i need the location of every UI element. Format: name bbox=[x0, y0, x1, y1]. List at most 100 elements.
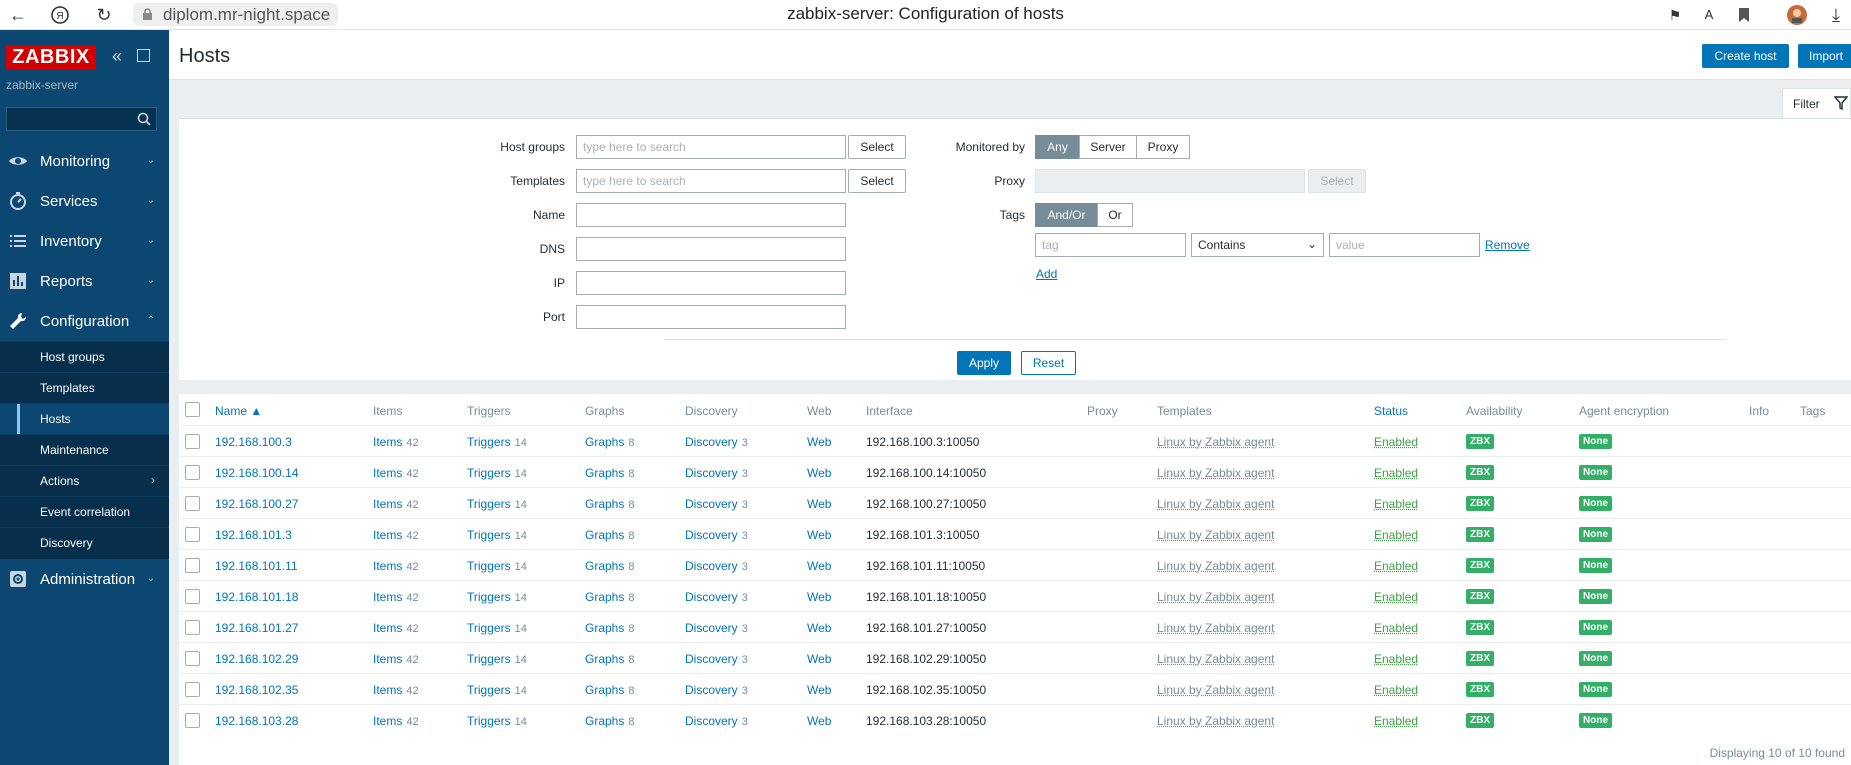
templates-input[interactable]: type here to search bbox=[576, 169, 846, 193]
cell-items[interactable]: Items 42 bbox=[373, 435, 419, 449]
submenu-item-maintenance[interactable]: Maintenance bbox=[0, 434, 169, 465]
cell-status[interactable]: Enabled bbox=[1374, 559, 1418, 573]
cell-web[interactable]: Web bbox=[807, 559, 831, 573]
cell-items[interactable]: Items 42 bbox=[373, 590, 419, 604]
import-button[interactable]: Import bbox=[1798, 44, 1851, 68]
kiosk-mode-icon[interactable] bbox=[137, 49, 150, 62]
submenu-item-hosts[interactable]: Hosts bbox=[0, 403, 169, 435]
submenu-item-event-correlation[interactable]: Event correlation bbox=[0, 496, 169, 527]
cell-name[interactable]: 192.168.101.18 bbox=[215, 590, 298, 604]
cell-items[interactable]: Items 42 bbox=[373, 714, 419, 728]
availability-badge[interactable]: ZBX bbox=[1466, 434, 1494, 449]
cell-triggers[interactable]: Triggers 14 bbox=[467, 590, 527, 604]
cell-items[interactable]: Items 42 bbox=[373, 466, 419, 480]
sidebar-item-reports[interactable]: Reports ⌄ bbox=[0, 261, 169, 301]
ip-input[interactable] bbox=[576, 271, 846, 295]
cell-discovery[interactable]: Discovery 3 bbox=[685, 559, 748, 573]
cell-status[interactable]: Enabled bbox=[1374, 466, 1418, 480]
cell-status[interactable]: Enabled bbox=[1374, 683, 1418, 697]
select-all-checkbox[interactable] bbox=[185, 402, 200, 417]
cell-discovery[interactable]: Discovery 3 bbox=[685, 497, 748, 511]
col-status[interactable]: Status bbox=[1374, 404, 1408, 418]
availability-badge[interactable]: ZBX bbox=[1466, 651, 1494, 666]
cell-status[interactable]: Enabled bbox=[1374, 621, 1418, 635]
cell-discovery[interactable]: Discovery 3 bbox=[685, 435, 748, 449]
monitored-by-proxy[interactable]: Proxy bbox=[1136, 135, 1190, 159]
cell-items[interactable]: Items 42 bbox=[373, 559, 419, 573]
cell-web[interactable]: Web bbox=[807, 652, 831, 666]
tags-or[interactable]: Or bbox=[1097, 203, 1133, 227]
templates-select-button[interactable]: Select bbox=[848, 169, 906, 193]
cell-graphs[interactable]: Graphs 8 bbox=[585, 714, 634, 728]
cell-discovery[interactable]: Discovery 3 bbox=[685, 652, 748, 666]
cell-discovery[interactable]: Discovery 3 bbox=[685, 590, 748, 604]
reader-icon[interactable]: A bbox=[1697, 3, 1721, 27]
submenu-item-actions[interactable]: Actions › bbox=[0, 465, 169, 496]
sidebar-item-monitoring[interactable]: Monitoring ⌄ bbox=[0, 141, 169, 181]
cell-graphs[interactable]: Graphs 8 bbox=[585, 683, 634, 697]
cell-triggers[interactable]: Triggers 14 bbox=[467, 435, 527, 449]
cell-triggers[interactable]: Triggers 14 bbox=[467, 466, 527, 480]
cell-web[interactable]: Web bbox=[807, 466, 831, 480]
cell-status[interactable]: Enabled bbox=[1374, 590, 1418, 604]
row-checkbox[interactable] bbox=[185, 465, 200, 480]
cell-discovery[interactable]: Discovery 3 bbox=[685, 621, 748, 635]
cell-items[interactable]: Items 42 bbox=[373, 652, 419, 666]
cell-items[interactable]: Items 42 bbox=[373, 621, 419, 635]
cell-graphs[interactable]: Graphs 8 bbox=[585, 466, 634, 480]
col-name[interactable]: Name ▲ bbox=[215, 404, 262, 418]
host-groups-select-button[interactable]: Select bbox=[848, 135, 906, 159]
avatar[interactable] bbox=[1785, 3, 1809, 27]
cell-template[interactable]: Linux by Zabbix agent bbox=[1157, 590, 1274, 604]
cell-status[interactable]: Enabled bbox=[1374, 497, 1418, 511]
name-input[interactable] bbox=[576, 203, 846, 227]
cell-name[interactable]: 192.168.101.11 bbox=[215, 559, 298, 573]
availability-badge[interactable]: ZBX bbox=[1466, 713, 1494, 728]
cell-triggers[interactable]: Triggers 14 bbox=[467, 683, 527, 697]
cell-triggers[interactable]: Triggers 14 bbox=[467, 497, 527, 511]
sidebar-item-configuration[interactable]: Configuration ⌃ bbox=[0, 301, 169, 341]
cell-name[interactable]: 192.168.101.27 bbox=[215, 621, 298, 635]
availability-badge[interactable]: ZBX bbox=[1466, 496, 1494, 511]
cell-graphs[interactable]: Graphs 8 bbox=[585, 435, 634, 449]
sidebar-item-inventory[interactable]: Inventory ⌄ bbox=[0, 221, 169, 261]
cell-discovery[interactable]: Discovery 3 bbox=[685, 714, 748, 728]
cell-web[interactable]: Web bbox=[807, 497, 831, 511]
row-checkbox[interactable] bbox=[185, 713, 200, 728]
cell-graphs[interactable]: Graphs 8 bbox=[585, 559, 634, 573]
cell-status[interactable]: Enabled bbox=[1374, 714, 1418, 728]
availability-badge[interactable]: ZBX bbox=[1466, 527, 1494, 542]
collapse-sidebar-icon[interactable]: « bbox=[112, 46, 122, 66]
submenu-item-discovery[interactable]: Discovery bbox=[0, 527, 169, 558]
cell-discovery[interactable]: Discovery 3 bbox=[685, 528, 748, 542]
apply-button[interactable]: Apply bbox=[957, 351, 1011, 375]
remove-tag-link[interactable]: Remove bbox=[1485, 238, 1530, 252]
row-checkbox[interactable] bbox=[185, 620, 200, 635]
row-checkbox[interactable] bbox=[185, 651, 200, 666]
host-groups-input[interactable]: type here to search bbox=[576, 135, 846, 159]
cell-name[interactable]: 192.168.103.28 bbox=[215, 714, 298, 728]
tag-input[interactable]: tag bbox=[1035, 233, 1186, 257]
cell-template[interactable]: Linux by Zabbix agent bbox=[1157, 683, 1274, 697]
cell-template[interactable]: Linux by Zabbix agent bbox=[1157, 714, 1274, 728]
cell-template[interactable]: Linux by Zabbix agent bbox=[1157, 528, 1274, 542]
cell-name[interactable]: 192.168.102.29 bbox=[215, 652, 298, 666]
tag-operator-select[interactable]: Contains ⌄ bbox=[1191, 233, 1324, 257]
submenu-item-host-groups[interactable]: Host groups bbox=[0, 341, 169, 372]
cell-graphs[interactable]: Graphs 8 bbox=[585, 621, 634, 635]
monitored-by-any[interactable]: Any bbox=[1035, 135, 1080, 159]
cell-name[interactable]: 192.168.100.3 bbox=[215, 435, 292, 449]
cell-items[interactable]: Items 42 bbox=[373, 528, 419, 542]
cell-triggers[interactable]: Triggers 14 bbox=[467, 559, 527, 573]
cell-name[interactable]: 192.168.100.14 bbox=[215, 466, 298, 480]
cell-triggers[interactable]: Triggers 14 bbox=[467, 528, 527, 542]
cell-discovery[interactable]: Discovery 3 bbox=[685, 683, 748, 697]
cell-name[interactable]: 192.168.101.3 bbox=[215, 528, 292, 542]
reset-button[interactable]: Reset bbox=[1021, 351, 1076, 375]
cell-graphs[interactable]: Graphs 8 bbox=[585, 497, 634, 511]
cell-template[interactable]: Linux by Zabbix agent bbox=[1157, 497, 1274, 511]
cell-triggers[interactable]: Triggers 14 bbox=[467, 621, 527, 635]
availability-badge[interactable]: ZBX bbox=[1466, 465, 1494, 480]
zabbix-logo[interactable]: ZABBIX bbox=[6, 45, 96, 69]
translate-tools-icon[interactable]: ⚑ bbox=[1663, 3, 1687, 27]
